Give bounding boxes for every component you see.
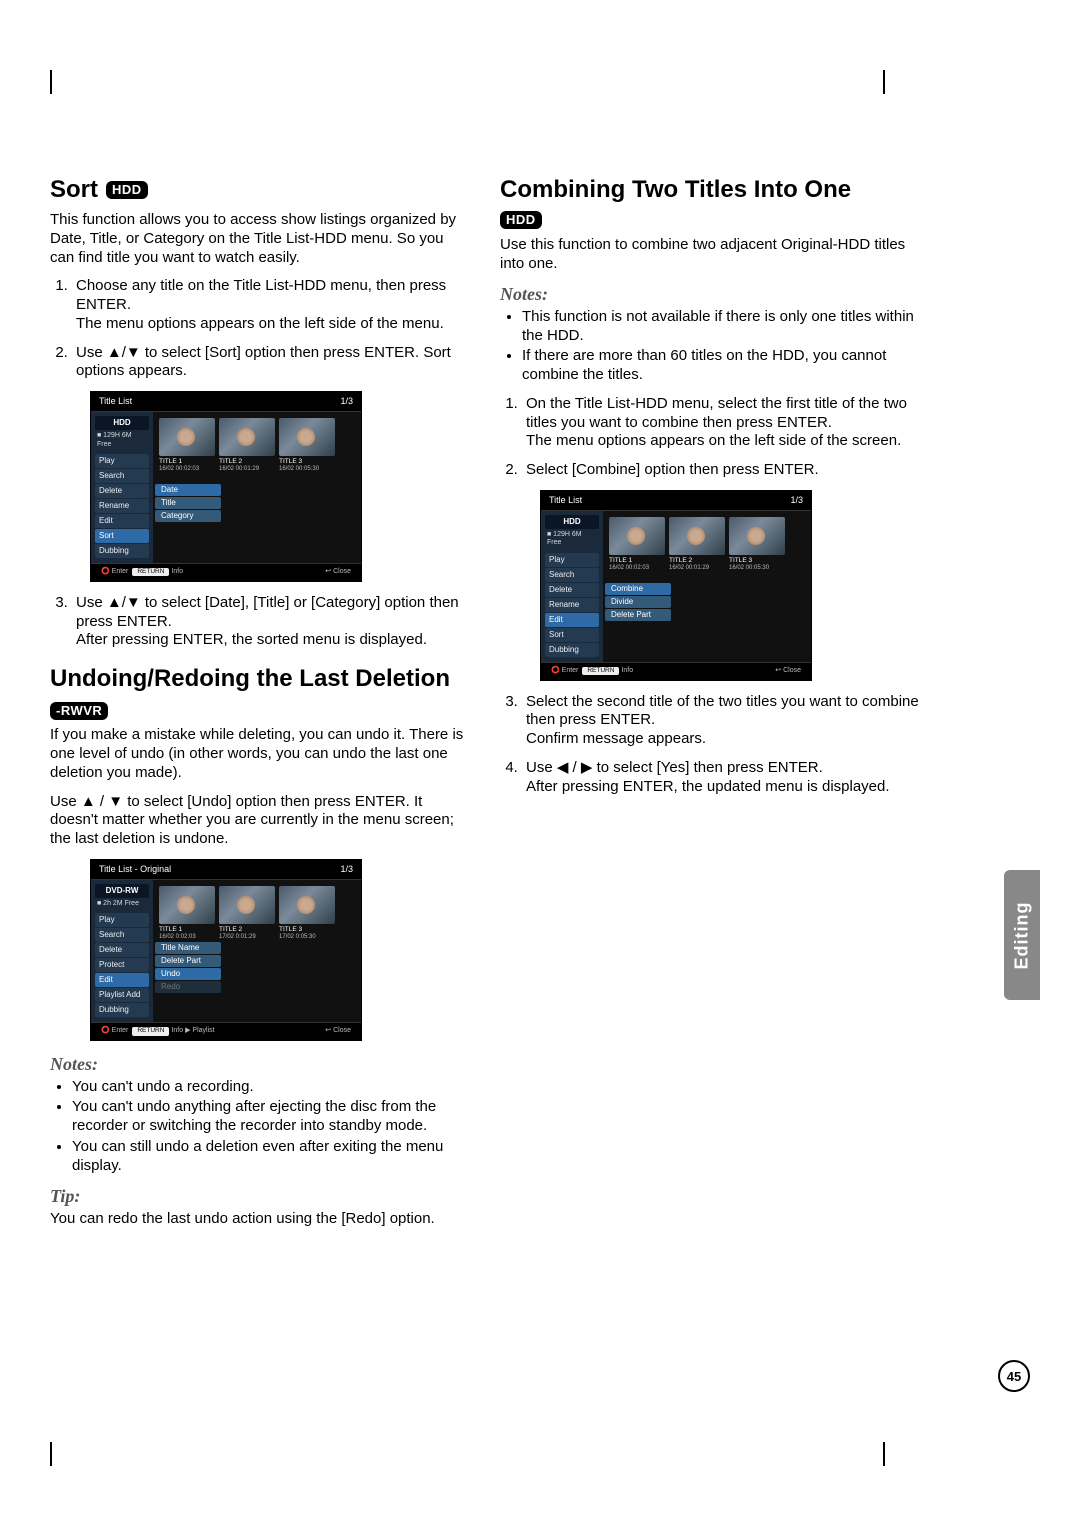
list-item: This function is not available if there … — [522, 308, 920, 346]
hdd-badge: HDD — [106, 181, 148, 199]
hdd-badge: HDD — [500, 211, 542, 229]
list-item: Select [Combine] option then press ENTER… — [522, 461, 920, 480]
list-item: You can't undo a recording. — [72, 1078, 470, 1097]
sort-heading: Sort HDD — [50, 175, 470, 205]
list-item: On the Title List-HDD menu, select the f… — [522, 395, 920, 451]
page-number: 45 — [998, 1360, 1030, 1392]
undo-screenshot: Title List - Original 1/3 DVD-RW ■ 2h 2M… — [90, 859, 362, 1041]
list-item: Select the second title of the two title… — [522, 693, 920, 749]
combine-steps: On the Title List-HDD menu, select the f… — [500, 395, 920, 480]
undo-p1: If you make a mistake while deleting, yo… — [50, 726, 470, 782]
tip-heading: Tip: — [50, 1185, 470, 1208]
list-item: If there are more than 60 titles on the … — [522, 347, 920, 385]
sort-steps-cont: Use ▲/▼ to select [Date], [Title] or [Ca… — [50, 594, 470, 650]
combine-intro: Use this function to combine two adjacen… — [500, 236, 920, 274]
undo-notes: You can't undo a recording. You can't un… — [50, 1078, 470, 1176]
sort-steps: Choose any title on the Title List-HDD m… — [50, 277, 470, 381]
sort-screenshot: Title List 1/3 HDD ■ 129H 6M Free Play S… — [90, 391, 362, 582]
heading-text: Sort — [50, 175, 98, 205]
left-column: Sort HDD This function allows you to acc… — [50, 175, 470, 1239]
undo-p2: Use ▲ / ▼ to select [Undo] option then p… — [50, 793, 470, 849]
list-item: Use ▲/▼ to select [Sort] option then pre… — [72, 344, 470, 382]
list-item: You can still undo a deletion even after… — [72, 1138, 470, 1176]
list-item: Use ◀ / ▶ to select [Yes] then press ENT… — [522, 759, 920, 797]
undo-heading: Undoing/Redoing the Last Deletion -RWVR — [50, 664, 470, 720]
combine-screenshot: Title List 1/3 HDD ■ 129H 6M Free Play S… — [540, 490, 812, 681]
crop-mark — [883, 1442, 885, 1466]
section-tab: Editing — [1004, 870, 1040, 1000]
combine-notes: This function is not available if there … — [500, 308, 920, 385]
list-item: You can't undo anything after ejecting t… — [72, 1098, 470, 1136]
right-column: Combining Two Titles Into One HDD Use th… — [500, 175, 920, 1239]
combine-heading: Combining Two Titles Into One — [500, 175, 920, 205]
list-item: Use ▲/▼ to select [Date], [Title] or [Ca… — [72, 594, 470, 650]
heading-text: Undoing/Redoing the Last Deletion — [50, 664, 450, 694]
combine-steps-cont: Select the second title of the two title… — [500, 693, 920, 797]
list-item: Choose any title on the Title List-HDD m… — [72, 277, 470, 333]
sort-intro: This function allows you to access show … — [50, 211, 470, 267]
notes-heading: Notes: — [500, 283, 920, 306]
notes-heading: Notes: — [50, 1053, 470, 1076]
heading-text: Combining Two Titles Into One — [500, 175, 851, 205]
section-tab-label: Editing — [1012, 901, 1033, 969]
rwvr-badge: -RWVR — [50, 702, 108, 720]
tip-text: You can redo the last undo action using … — [50, 1210, 470, 1229]
crop-mark — [50, 1442, 52, 1466]
page: Sort HDD This function allows you to acc… — [0, 55, 1080, 1239]
